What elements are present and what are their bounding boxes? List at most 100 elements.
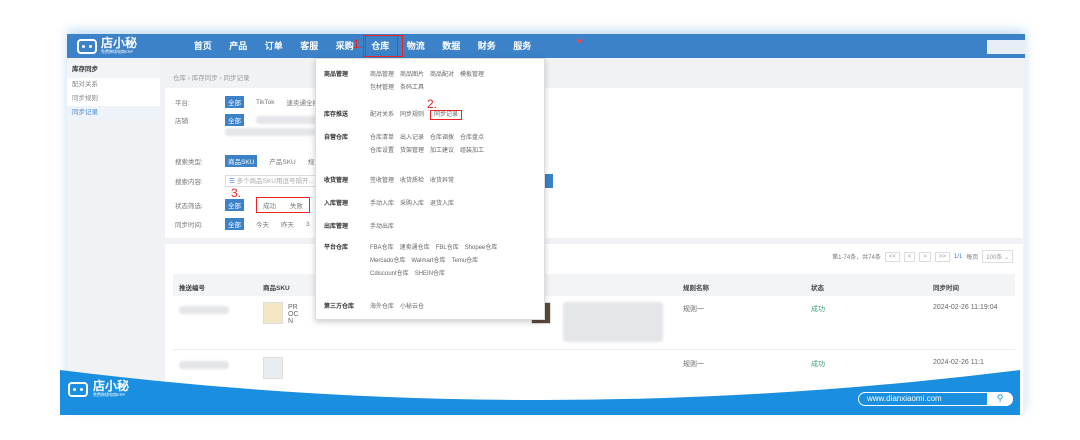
user-area[interactable] (987, 40, 1025, 54)
dd-item[interactable]: 仓库调拨 (430, 135, 454, 141)
menu-data[interactable]: 数据 (434, 34, 470, 58)
first-page[interactable]: << (884, 251, 900, 262)
menu-services[interactable]: 服务 (505, 34, 541, 58)
dd-item[interactable]: 组装加工 (460, 148, 484, 154)
annotation-step-2: 2. (427, 97, 438, 111)
menu-home[interactable]: 首页 (185, 34, 221, 58)
dd-item[interactable]: 加工建议 (430, 148, 454, 154)
dd-group-title: 第三方仓库 (324, 304, 355, 310)
dd-item[interactable]: 仓库设置 (370, 148, 394, 154)
rule-name: 规则一 (683, 361, 704, 368)
dd-item[interactable]: FBL仓库 (436, 245, 459, 251)
dd-item[interactable]: Shopee仓库 (465, 245, 498, 251)
time-today[interactable]: 今天 (256, 219, 269, 229)
app-window: 店小秘 免费跨境电商ERP 首页 产品 订单 客服 采购 仓库 物流 数据 财务 … (67, 34, 1025, 414)
dd-item[interactable]: 采购入库 (400, 201, 424, 207)
status-all[interactable]: 全部 (225, 199, 244, 211)
dd-item[interactable]: 手动入库 (370, 201, 394, 207)
sidebar-item-records[interactable]: 同步记录 (67, 106, 160, 120)
search-type-product-sku[interactable]: 产品SKU (269, 156, 295, 166)
platform-all[interactable]: 全部 (225, 96, 244, 108)
col-sku: 商品SKU (263, 285, 290, 292)
search-type-rule[interactable]: 规 (308, 156, 315, 166)
dd-item[interactable]: 包材管理 (370, 85, 394, 91)
page-summary: 第1-74条，共74条 (832, 255, 881, 261)
status-success[interactable]: 成功 (263, 200, 276, 210)
dd-item[interactable]: 速卖通仓库 (400, 245, 430, 251)
page-indicator: 1/1 (953, 253, 963, 260)
filter-panel: 平台: 全部 TikTok 速卖通全托 店铺: 全部 搜索类型: 商品SKU 产品SKU 规 … (165, 88, 1023, 238)
dd-item[interactable]: 小秘云仓 (400, 304, 424, 310)
next-page[interactable]: > (919, 251, 931, 262)
search-type-sku[interactable]: 商品SKU (225, 155, 258, 167)
dd-item[interactable]: 签收管理 (370, 178, 394, 184)
search-type-label: 搜索类型: (175, 159, 203, 166)
dd-item[interactable]: FBA仓库 (370, 245, 394, 251)
prev-page[interactable]: < (903, 251, 916, 262)
dd-item[interactable]: Temu仓库 (451, 258, 478, 264)
dd-item[interactable]: 货架管理 (400, 148, 424, 154)
dd-item[interactable]: 商品管理 (370, 72, 394, 78)
per-page-value: 100条 (986, 255, 1003, 261)
footer-logo-sub: 免费跨境电商ERP (93, 392, 126, 397)
pagination: 第1-74条，共74条 << < > >> 1/1 每页 100条 ⌄ (832, 250, 1013, 263)
menu-product[interactable]: 产品 (221, 34, 257, 58)
time-3days[interactable]: 3 (306, 221, 310, 228)
platform-label: 平台: (175, 100, 190, 107)
menu-logistics[interactable]: 物流 (398, 34, 434, 58)
logo-text: 店小秘 (101, 36, 138, 50)
dd-item[interactable]: 收货质检 (400, 178, 424, 184)
platform-tiktok[interactable]: TikTok (256, 99, 275, 106)
dd-item[interactable]: 模板管理 (460, 72, 484, 78)
dd-item[interactable]: 出入记录 (400, 135, 424, 141)
menu-service[interactable]: 客服 (292, 34, 328, 58)
status-highlight: 成功 失败 (256, 197, 310, 213)
footer-logo-text: 店小秘 (93, 379, 130, 393)
status-text: 成功 (811, 306, 825, 313)
dd-item[interactable]: 同步规则 (400, 112, 424, 118)
dd-item-sync-records[interactable]: 同步记录 (430, 110, 463, 120)
dd-item[interactable]: 商品图片 (400, 72, 424, 78)
sync-time: 2024-02-26 11:1 (933, 359, 984, 366)
dd-item[interactable]: 退货入库 (430, 201, 454, 207)
time-all[interactable]: 全部 (225, 218, 244, 230)
dd-item[interactable]: 仓库清单 (370, 135, 394, 141)
store-all[interactable]: 全部 (225, 114, 244, 126)
push-id-blurred (179, 306, 229, 314)
product-blurred (563, 302, 663, 342)
sidebar-title: 库存同步 (67, 62, 160, 78)
annotation-step-1: 1. (353, 37, 364, 51)
dd-item[interactable]: 商品配对 (430, 72, 454, 78)
per-page-select[interactable]: 100条 ⌄ (982, 250, 1013, 263)
col-time: 同步时间 (933, 285, 959, 292)
dd-item[interactable]: 仓库盘点 (460, 135, 484, 141)
dd-group-title: 入库管理 (324, 201, 349, 207)
dd-item[interactable]: SHEIN仓库 (415, 271, 445, 277)
dd-item[interactable]: 海外仓库 (370, 304, 394, 310)
search-content-label: 搜索内容: (175, 179, 203, 186)
store-blurred (225, 128, 315, 136)
sidebar-item-rules[interactable]: 同步规则 (67, 92, 160, 106)
menu-order[interactable]: 订单 (256, 34, 292, 58)
menu-finance[interactable]: 财务 (469, 34, 505, 58)
sidebar-item-pairing[interactable]: 配对关系 (67, 78, 160, 92)
sync-time: 2024-02-26 11:19:04 (933, 304, 998, 311)
sku-text: PROC N (288, 304, 299, 325)
status-label: 状态筛选: (175, 203, 203, 210)
notification-dot (577, 39, 581, 43)
dd-item[interactable]: Cdiscount仓库 (370, 271, 409, 277)
logo[interactable]: 店小秘 免费跨境电商ERP (77, 37, 137, 55)
time-yesterday[interactable]: 昨天 (281, 219, 294, 229)
search-button[interactable] (545, 174, 553, 188)
table-header: 推送编号 商品SKU 产品 规则名称 状态 同步时间 (173, 274, 1015, 296)
dd-item[interactable]: 配对关系 (370, 112, 394, 118)
dd-item[interactable]: 条码工具 (400, 85, 424, 91)
rule-name: 规则一 (683, 306, 704, 313)
dd-group-title: 收货管理 (324, 178, 349, 184)
dd-item[interactable]: 收货异常 (430, 178, 454, 184)
dd-item[interactable]: Mercado仓库 (370, 258, 405, 264)
dd-item[interactable]: Walmart仓库 (411, 258, 445, 264)
last-page[interactable]: >> (934, 251, 950, 262)
status-failed[interactable]: 失败 (290, 200, 303, 210)
dd-item[interactable]: 手动出库 (370, 224, 394, 230)
